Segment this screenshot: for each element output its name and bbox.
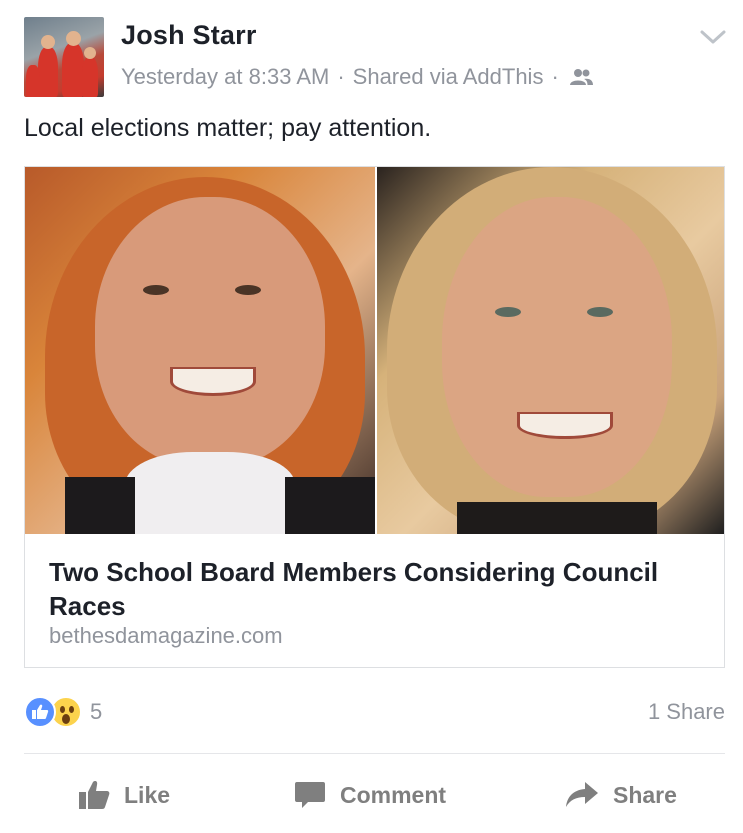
reactions-summary[interactable]: 5 [24,696,102,728]
share-arrow-icon [566,782,598,807]
like-reaction-icon [24,696,56,728]
link-domain: bethesdamagazine.com [49,623,283,648]
shared-via[interactable]: Shared via AddThis [353,64,544,90]
share-count[interactable]: 1 Share [648,699,725,725]
post-timestamp[interactable]: Yesterday at 8:33 AM [121,64,329,90]
comment-label: Comment [340,781,447,808]
author-name[interactable]: Josh Starr [121,20,257,51]
divider [24,753,725,754]
comment-button[interactable]: Comment [294,775,446,815]
like-label: Like [124,781,171,808]
link-image-left [25,167,375,534]
chevron-down-icon[interactable] [699,28,727,46]
share-button[interactable]: Share [565,775,677,815]
like-button[interactable]: Like [78,775,170,815]
thumbs-up-icon [79,781,110,809]
post-text: Local elections matter; pay attention. [24,114,432,142]
link-preview-card[interactable]: Two School Board Members Considering Cou… [24,166,725,668]
reaction-count[interactable]: 5 [90,699,102,725]
meta-separator: · [551,64,559,89]
link-title[interactable]: Two School Board Members Considering Cou… [49,555,689,623]
post-meta: Yesterday at 8:33 AM · Shared via AddThi… [121,64,593,90]
meta-separator: · [337,64,345,89]
comment-icon [295,782,325,808]
share-label: Share [613,781,677,808]
friends-icon[interactable] [569,68,593,86]
link-image-right [377,167,724,534]
author-avatar[interactable] [24,17,104,97]
